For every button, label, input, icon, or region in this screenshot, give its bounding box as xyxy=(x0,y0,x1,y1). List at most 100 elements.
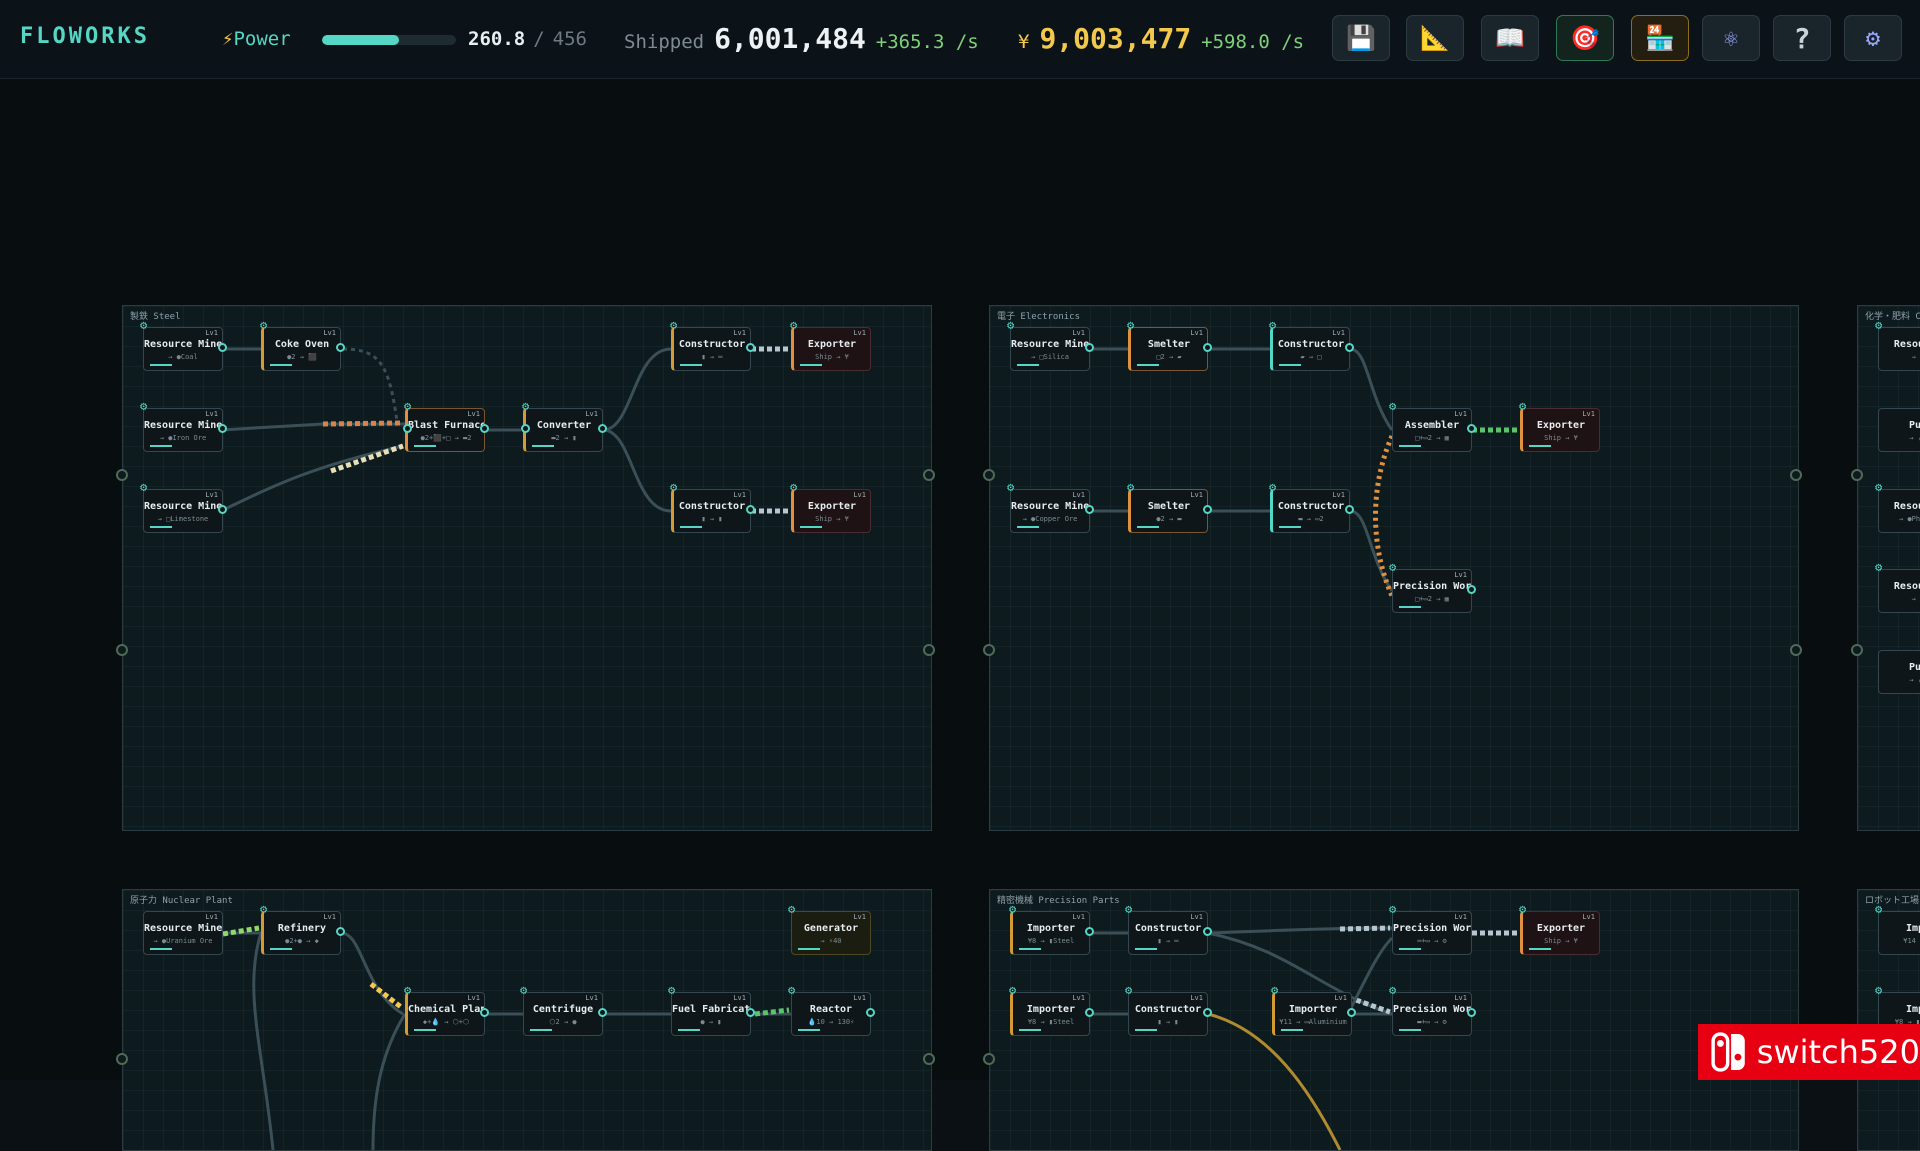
output-pin[interactable] xyxy=(480,424,489,433)
machine-node[interactable]: ⚙ Lv1 Chemical Plant ◆+💧 → ⬡+⬡ xyxy=(404,984,489,1036)
output-pin[interactable] xyxy=(598,424,607,433)
output-pin[interactable] xyxy=(1085,1008,1094,1017)
output-pin[interactable] xyxy=(1203,927,1212,936)
gear-icon[interactable]: ⚙ xyxy=(1271,984,1278,996)
machine-node[interactable]: ⚙ Lv1 Smelter □2 → ▰ xyxy=(1127,319,1212,371)
gear-icon[interactable]: ⚙ xyxy=(1389,903,1396,915)
output-pin[interactable] xyxy=(336,927,345,936)
save-button[interactable]: 💾 xyxy=(1332,15,1390,61)
gear-icon[interactable]: ⚙ xyxy=(1875,984,1882,996)
gear-icon[interactable]: ⚙ xyxy=(670,481,677,493)
machine-node[interactable]: ⚙ Lv1 Blast Furnace ●2+⬛+□ → ▬2 xyxy=(403,400,489,452)
region-precision-parts[interactable]: 精密機械 Precision Parts ⚙ Lv1 Importer ¥8 →… xyxy=(983,889,1799,1151)
output-pin[interactable] xyxy=(1085,927,1094,936)
machine-node[interactable]: ⚙ Resource → ● xyxy=(1875,561,1920,613)
output-pin[interactable] xyxy=(866,1008,875,1017)
gear-icon[interactable]: ⚙ xyxy=(1125,903,1132,915)
gear-icon[interactable]: ⚙ xyxy=(1007,319,1014,331)
machine-node[interactable]: Lv1 Resource Miner → ●Uranium Ore xyxy=(143,911,223,955)
machine-node[interactable]: ⚙ Lv1 Constructor ▮ → ▮ xyxy=(670,481,755,533)
factory-canvas[interactable]: 製鉄 Steel ⚙ Lv1 Resource Miner → ●Coal ⚙ … xyxy=(0,79,1920,1151)
settings-button[interactable]: ⚙ xyxy=(1844,15,1902,61)
shop-button[interactable]: 🏪 xyxy=(1631,15,1689,61)
gear-icon[interactable]: ⚙ xyxy=(1389,984,1396,996)
codex-button[interactable]: 📖 xyxy=(1481,15,1539,61)
gear-icon[interactable]: ⚙ xyxy=(260,903,267,915)
output-pin[interactable] xyxy=(1345,505,1354,514)
gear-icon[interactable]: ⚙ xyxy=(1875,319,1882,331)
machine-node[interactable]: ⚙ Lv1 Resource Miner → □Silica xyxy=(1007,319,1094,371)
gear-icon[interactable]: ⚙ xyxy=(140,400,147,412)
region-robot-factory[interactable]: ロボット工場 ⚙ Impo ¥14 → ⊕ ⚙ Impo ¥8 → ▮Steel xyxy=(1857,889,1920,1151)
output-pin[interactable] xyxy=(480,1008,489,1017)
machine-node[interactable]: ⚙ Lv1 Importer ¥8 → ▮Steel xyxy=(1009,903,1094,955)
machine-node[interactable]: ⚙ Lv1 Precision Works ▬+▭ → ⚙ xyxy=(1389,984,1476,1036)
output-pin[interactable] xyxy=(1345,343,1354,352)
goals-button[interactable]: 🎯 xyxy=(1556,15,1614,61)
machine-node[interactable]: ⚙ Lv1 Assembler □+▭2 → ▦ xyxy=(1389,400,1476,452)
output-pin[interactable] xyxy=(1467,585,1476,594)
machine-node[interactable]: ⚙ Lv1 Converter ▬2 → ▮ xyxy=(521,400,607,452)
gear-icon[interactable]: ⚙ xyxy=(1519,903,1526,915)
machine-node[interactable]: ⚙ Lv1 Coke Oven ●2 → ⬛ xyxy=(260,319,345,371)
machine-node[interactable]: ⚙ Lv1 Resource Miner → ●Coal xyxy=(140,319,227,371)
gear-icon[interactable]: ⚙ xyxy=(790,481,797,493)
machine-node[interactable]: ⚙ Resource → ●Phosph xyxy=(1875,481,1920,533)
machine-node[interactable]: ⚙ Resource → ● xyxy=(1875,319,1920,371)
machine-node[interactable]: ⚙ Lv1 Constructor ▬ → ▭2 xyxy=(1269,481,1354,533)
machine-node[interactable]: ⚙ Lv1 Fuel Fabrication ● → ▮ xyxy=(668,984,755,1036)
region-steel[interactable]: 製鉄 Steel ⚙ Lv1 Resource Miner → ●Coal ⚙ … xyxy=(116,305,935,831)
machine-node[interactable]: Pum → 💧 xyxy=(1878,650,1920,694)
gear-icon[interactable]: ⚙ xyxy=(1127,481,1134,493)
gear-icon[interactable]: ⚙ xyxy=(1269,319,1276,331)
machine-node[interactable]: ⚙ Lv1 Resource Miner → □Limestone xyxy=(140,481,227,533)
gear-icon[interactable]: ⚙ xyxy=(140,481,147,493)
machine-node[interactable]: ⚙ Lv1 Resource Miner → ●Iron Ore xyxy=(140,400,227,452)
gear-icon[interactable]: ⚙ xyxy=(522,400,529,412)
output-pin[interactable] xyxy=(1467,424,1476,433)
gear-icon[interactable]: ⚙ xyxy=(1009,984,1016,996)
gear-icon[interactable]: ⚙ xyxy=(404,984,411,996)
exporter-node[interactable]: ⚙ Lv1 Exporter Ship → ¥ xyxy=(790,481,871,533)
input-pin[interactable] xyxy=(403,424,412,433)
exporter-node[interactable]: ⚙ Lv1 Exporter Ship → ¥ xyxy=(1519,903,1600,955)
region-electronics[interactable]: 電子 Electronics ⚙ Lv1 Resource Miner → □S… xyxy=(983,305,1802,831)
machine-node[interactable]: ⚙ Impo ¥14 → ⊕ xyxy=(1875,903,1920,955)
output-pin[interactable] xyxy=(746,1008,755,1017)
machine-node[interactable]: ⚙ Lv1 Smelter ●2 → ▬ xyxy=(1127,481,1212,533)
machine-node[interactable]: ⚙ Lv1 Importer ¥8 → ▮Steel xyxy=(1009,984,1094,1036)
machine-node[interactable]: Pum → 💧 xyxy=(1878,408,1920,452)
input-pin[interactable] xyxy=(521,424,530,433)
output-pin[interactable] xyxy=(1203,343,1212,352)
gear-icon[interactable]: ⚙ xyxy=(788,984,795,996)
gear-icon[interactable]: ⚙ xyxy=(790,319,797,331)
output-pin[interactable] xyxy=(1467,1008,1476,1017)
machine-node[interactable]: ⚙ Lv1 Resource Miner → ●Copper Ore xyxy=(1007,481,1094,533)
region-nuclear[interactable]: 原子力 Nuclear Plant Lv1 Resource Miner → ●… xyxy=(116,889,935,1151)
exporter-node[interactable]: ⚙ Lv1 Exporter Ship → ¥ xyxy=(790,319,871,371)
gear-icon[interactable]: ⚙ xyxy=(1269,481,1276,493)
machine-node[interactable]: ⚙ Lv1 Precision Works □+▭2 → ▦ xyxy=(1389,561,1476,613)
machine-node[interactable]: ⚙ Lv1 Constructor ▮ → ═ xyxy=(1125,903,1212,955)
output-pin[interactable] xyxy=(218,343,227,352)
machine-node[interactable]: ⚙ Lv1 Precision Works ═+▭ → ⚙ xyxy=(1389,903,1472,955)
output-pin[interactable] xyxy=(336,343,345,352)
gear-icon[interactable]: ⚙ xyxy=(520,984,527,996)
output-pin[interactable] xyxy=(598,1008,607,1017)
output-pin[interactable] xyxy=(218,424,227,433)
gear-icon[interactable]: ⚙ xyxy=(1007,481,1014,493)
gear-icon[interactable]: ⚙ xyxy=(668,984,675,996)
gear-icon[interactable]: ⚙ xyxy=(404,400,411,412)
exporter-node[interactable]: ⚙ Lv1 Exporter Ship → ¥ xyxy=(1519,400,1600,452)
region-port[interactable] xyxy=(1851,644,1863,656)
region-chemical[interactable]: 化学・肥料 Ch ⚙ Resource → ● Pum → 💧 ⚙ Resour… xyxy=(1851,305,1920,831)
machine-node[interactable]: ⚙ Lv1 Constructor ▮ → ═ xyxy=(670,319,755,371)
gear-icon[interactable]: ⚙ xyxy=(1127,319,1134,331)
gear-icon[interactable]: ⚙ xyxy=(1875,481,1882,493)
gear-icon[interactable]: ⚙ xyxy=(1875,903,1882,915)
output-pin[interactable] xyxy=(1347,1008,1356,1017)
output-pin[interactable] xyxy=(1203,1008,1212,1017)
output-pin[interactable] xyxy=(1085,343,1094,352)
gear-icon[interactable]: ⚙ xyxy=(1875,561,1882,573)
generator-node[interactable]: ⚙ Lv1 Generator → ⚡40 xyxy=(788,903,871,955)
